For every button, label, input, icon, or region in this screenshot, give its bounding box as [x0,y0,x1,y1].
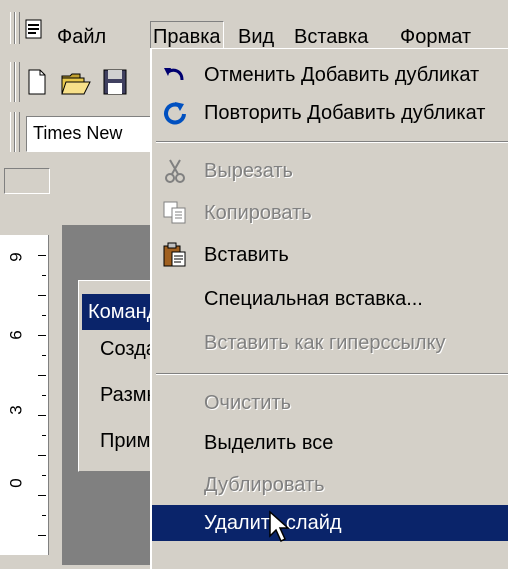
menu-item-paste[interactable]: Вставить [152,237,508,273]
ruler-label-9: 9 [6,252,26,262]
ruler-label-0: 0 [6,478,26,488]
ruler-label-6: 6 [6,330,26,340]
menu-item-label: Отменить Добавить дубликат [204,64,480,86]
menu-item-paste-as-hyperlink[interactable]: Вставить как гиперссылку [152,325,508,361]
standard-toolbar [0,58,160,108]
menu-item-select-all[interactable]: Выделить все [152,425,508,461]
mouse-cursor-icon [268,510,294,550]
open-folder-icon[interactable] [60,68,94,102]
menu-file[interactable]: Файл [55,22,108,52]
document-icon[interactable] [24,18,44,40]
menu-item-redo[interactable]: Повторить Добавить дубликат [152,95,508,131]
menu-separator [156,141,508,143]
paste-icon [162,242,188,268]
menu-item-label: Специальная вставка... [204,288,423,310]
command-apply[interactable]: Применить [100,430,152,453]
formatting-toolbar: Times New [0,108,168,158]
commands-panel-title: Команды [82,294,152,330]
menubar: Файл Правка Вид Вставка Формат [0,8,508,53]
toolbar-field[interactable] [4,168,50,194]
ruler-label-3: 3 [6,405,26,415]
toolbar-grip-2 [15,62,20,102]
edit-menu: Отменить Добавить дубликат Повторить Доб… [150,48,508,569]
menu-item-label: Выделить все [204,432,334,454]
undo-icon [162,62,188,88]
copy-icon [162,200,188,226]
save-icon[interactable] [102,68,128,102]
menu-item-copy[interactable]: Копировать [152,195,508,231]
new-document-icon[interactable] [26,68,48,102]
redo-icon [162,100,188,126]
menu-item-label: Очистить [204,392,292,414]
menu-item-label: Вырезать [204,160,293,182]
font-name-value: Times New [33,123,123,143]
menu-item-label: Вставить как гиперссылку [204,332,446,354]
command-create[interactable]: Создать [100,338,152,361]
drawing-toolbar [0,160,160,204]
menu-item-label: Повторить Добавить дубликат [204,102,486,124]
menu-item-delete-slide[interactable]: Удалить слайд [152,505,508,541]
menu-item-label: Дублировать [204,474,325,496]
menu-item-duplicate[interactable]: Дублировать [152,467,508,503]
menu-item-undo[interactable]: Отменить Добавить дубликат [152,57,508,93]
menu-separator [156,373,508,375]
menu-item-clear[interactable]: Очистить [152,385,508,421]
command-duplicate[interactable]: Размножить [100,384,152,407]
format-toolbar-grip-2 [15,112,20,152]
cut-icon [162,158,188,184]
menu-item-label: Вставить [204,244,289,266]
vertical-ruler: 9 6 3 0 [0,235,49,555]
menu-item-label: Копировать [204,202,312,224]
menu-item-cut[interactable]: Вырезать [152,153,508,189]
menu-item-paste-special[interactable]: Специальная вставка... [152,281,508,317]
menubar-grip-2 [15,12,20,44]
font-name-combobox[interactable]: Times New [26,116,168,152]
